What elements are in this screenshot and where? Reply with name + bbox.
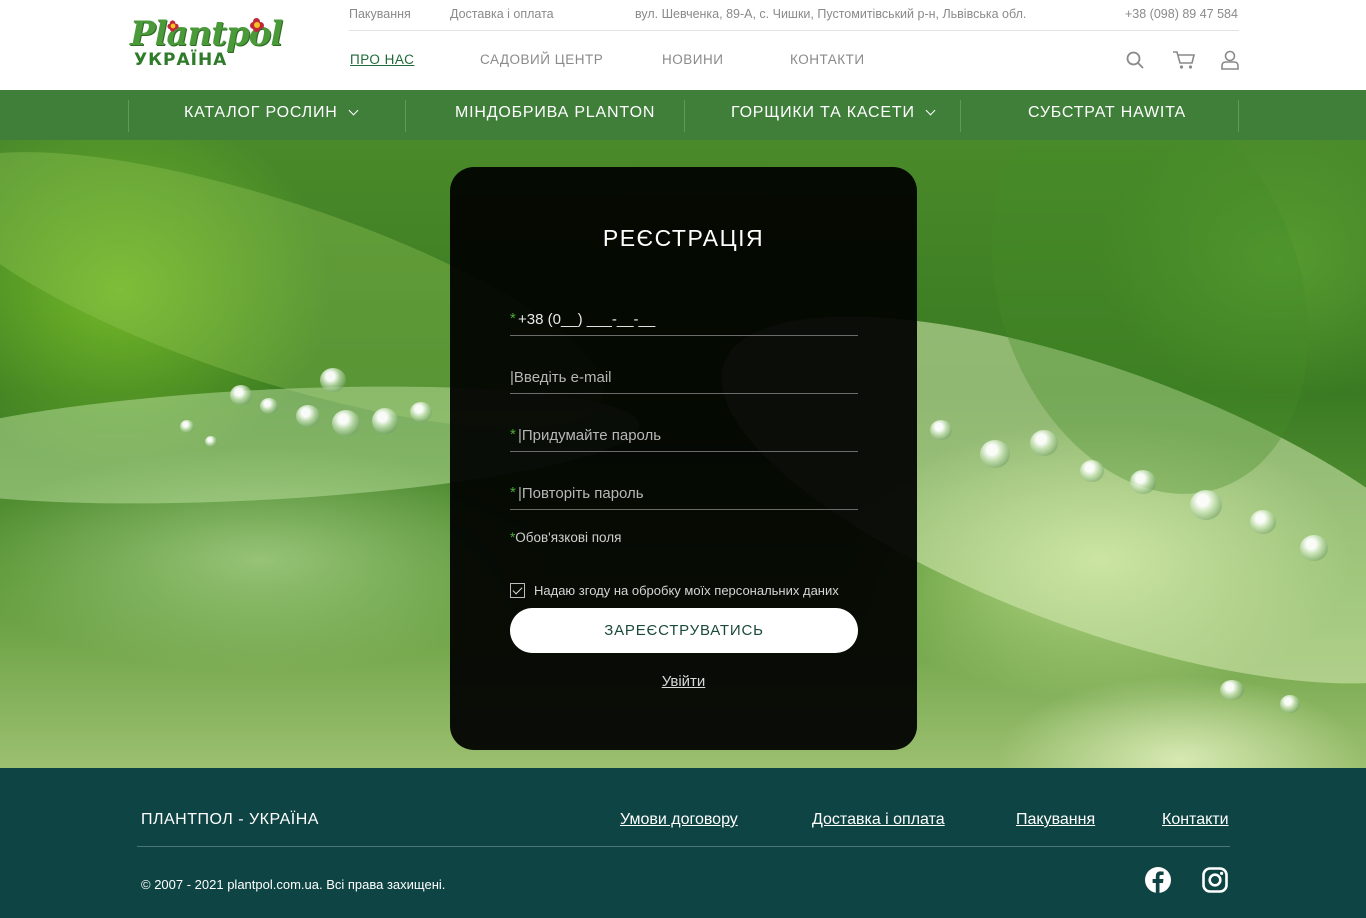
nav-divider: [1238, 100, 1239, 132]
email-field[interactable]: [510, 364, 858, 394]
consent-checkbox[interactable]: [510, 583, 525, 598]
topbar-address: вул. Шевченка, 89-А, с. Чишки, Пустомиті…: [635, 7, 1027, 21]
catnav-substrate[interactable]: СУБСТРАТ HAWITA: [1028, 104, 1186, 126]
topbar-packaging-link[interactable]: Пакування: [349, 7, 411, 21]
user-icon[interactable]: [1220, 50, 1240, 70]
site-footer: ПЛАНТПОЛ - УКРАЇНА Умови договору Достав…: [0, 768, 1366, 918]
nav-contacts[interactable]: КОНТАКТИ: [790, 52, 865, 67]
catnav-catalog-label: КАТАЛОГ РОСЛИН: [184, 104, 338, 121]
footer-delivery-link[interactable]: Доставка і оплата: [812, 811, 945, 829]
site-header: Plantpol УКРАЇНА Пакування Доставка і оп…: [0, 0, 1366, 90]
site-logo[interactable]: Plantpol УКРАЇНА: [130, 14, 286, 70]
password-input[interactable]: [518, 423, 858, 447]
nav-divider: [960, 100, 961, 132]
nav-divider: [128, 100, 129, 132]
catnav-pots-label: ГОРЩИКИ ТА КАСЕТИ: [731, 104, 915, 121]
footer-brand: ПЛАНТПОЛ - УКРАЇНА: [141, 811, 319, 828]
topbar: Пакування Доставка і оплата вул. Шевченк…: [349, 0, 1239, 31]
nav-divider: [405, 100, 406, 132]
catnav-catalog[interactable]: КАТАЛОГ РОСЛИН: [184, 104, 359, 126]
topbar-phone[interactable]: +38 (098) 89 47 584: [1125, 7, 1238, 21]
required-note: *Обов'язкові поля: [510, 530, 621, 545]
topbar-delivery-link[interactable]: Доставка і оплата: [450, 7, 554, 21]
chevron-down-icon: [925, 105, 936, 116]
flower-icon: [167, 20, 179, 32]
logo-country: УКРАЇНА: [134, 50, 228, 70]
consent-label: Надаю згоду на обробку моїх персональних…: [534, 583, 839, 598]
catnav-fertilizers[interactable]: МІНДОБРИВА PLANTON: [455, 104, 655, 126]
footer-terms-link[interactable]: Умови договору: [620, 811, 738, 829]
nav-garden-center[interactable]: САДОВИЙ ЦЕНТР: [480, 52, 603, 67]
password-field[interactable]: *: [510, 422, 858, 452]
email-input[interactable]: [510, 365, 858, 389]
footer-divider: [137, 846, 1230, 847]
phone-field[interactable]: *: [510, 306, 858, 336]
phone-input[interactable]: [518, 307, 858, 331]
footer-contacts-link[interactable]: Контакти: [1162, 811, 1229, 829]
footer-packaging-link[interactable]: Пакування: [1016, 811, 1095, 829]
cart-icon[interactable]: [1172, 50, 1196, 70]
category-nav: КАТАЛОГ РОСЛИН МІНДОБРИВА PLANTON ГОРЩИК…: [0, 90, 1366, 140]
required-star: *: [510, 426, 516, 443]
footer-copyright: © 2007 - 2021 plantpol.com.ua. Всі права…: [141, 877, 446, 892]
nav-divider: [684, 100, 685, 132]
chevron-down-icon: [348, 105, 359, 116]
login-link[interactable]: Увійти: [450, 673, 917, 690]
registration-card: РЕЄСТРАЦІЯ * * * *Обов'язкові поля Надаю…: [450, 167, 917, 750]
required-star: *: [510, 484, 516, 501]
repeat-password-field[interactable]: *: [510, 480, 858, 510]
required-star: *: [510, 310, 516, 327]
search-icon[interactable]: [1125, 50, 1145, 70]
registration-title: РЕЄСТРАЦІЯ: [602, 225, 765, 251]
nav-about[interactable]: ПРО НАС: [350, 52, 414, 67]
nav-news[interactable]: НОВИНИ: [662, 52, 723, 67]
instagram-icon[interactable]: [1202, 867, 1228, 893]
facebook-icon[interactable]: [1145, 867, 1171, 893]
flower-icon: [250, 18, 264, 32]
register-button[interactable]: ЗАРЕЄСТРУВАТИСЬ: [510, 608, 858, 653]
catnav-pots[interactable]: ГОРЩИКИ ТА КАСЕТИ: [731, 104, 936, 126]
required-note-text: Обов'язкові поля: [515, 530, 622, 545]
repeat-password-input[interactable]: [518, 481, 858, 505]
